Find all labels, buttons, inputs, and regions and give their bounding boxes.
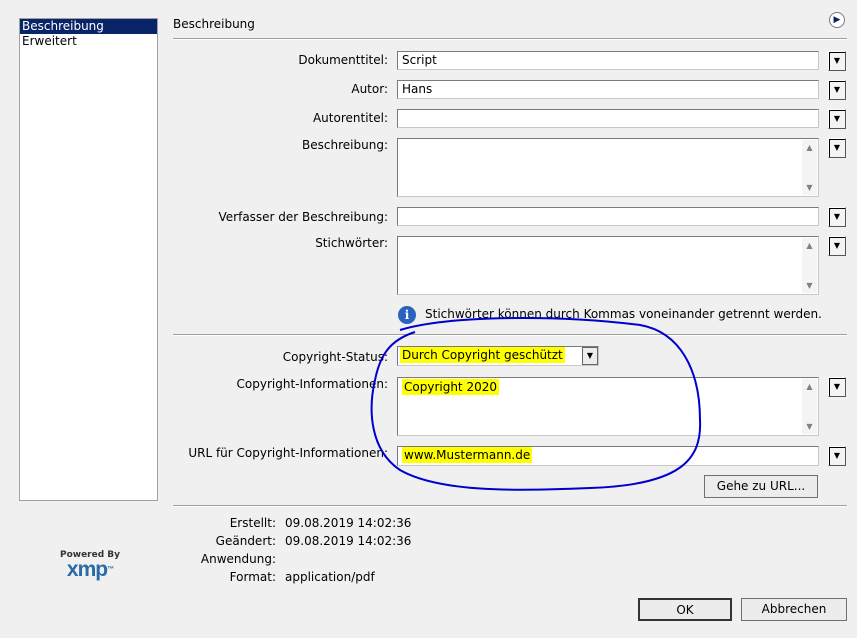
sidebar-item-erweitert[interactable]: Erweitert — [20, 34, 157, 49]
dokumenttitel-history-dropdown[interactable]: ▼ — [828, 51, 846, 71]
beschreibung-label: Beschreibung: — [302, 138, 388, 152]
copyright-status-value: Durch Copyright geschützt — [400, 347, 565, 363]
autor-history-dropdown[interactable]: ▼ — [828, 80, 846, 100]
category-list[interactable]: Beschreibung Erweitert — [19, 18, 158, 501]
beschreibung-textarea[interactable]: ▲ ▼ — [397, 138, 819, 197]
stichwoerter-history-dropdown[interactable]: ▼ — [828, 236, 846, 256]
expand-arrow-icon[interactable]: ▶ — [829, 12, 845, 28]
info-hint-text: Stichwörter können durch Kommas voneinan… — [425, 307, 822, 321]
divider — [173, 38, 847, 40]
copyright-url-field[interactable]: www.Mustermann.de — [397, 446, 819, 466]
chevron-down-icon[interactable]: ▼ — [582, 347, 598, 365]
autor-label: Autor: — [351, 82, 388, 96]
copyright-info-label: Copyright-Informationen: — [236, 377, 388, 391]
copyright-status-label: Copyright-Status: — [282, 350, 388, 364]
info-icon: i — [398, 306, 416, 324]
goto-url-button[interactable]: Gehe zu URL... — [704, 475, 818, 498]
scroll-up-icon[interactable]: ▲ — [802, 238, 817, 253]
scroll-up-icon[interactable]: ▲ — [802, 140, 817, 155]
scrollbar[interactable]: ▲ ▼ — [802, 140, 817, 195]
copyright-info-textarea[interactable]: Copyright 2020 ▲ ▼ — [397, 377, 819, 436]
scroll-up-icon[interactable]: ▲ — [802, 379, 817, 394]
copyright-url-value: www.Mustermann.de — [402, 447, 533, 463]
copyright-status-select[interactable]: Durch Copyright geschützt — [397, 346, 599, 366]
beschreibung-history-dropdown[interactable]: ▼ — [828, 138, 846, 158]
verfasser-label: Verfasser der Beschreibung: — [218, 210, 389, 224]
copyright-info-value: Copyright 2020 — [402, 379, 499, 395]
meta-label-format: Format: — [229, 570, 276, 584]
verfasser-field[interactable] — [397, 207, 819, 226]
autorentitel-field[interactable] — [397, 109, 819, 128]
meta-value-geaendert: 09.08.2019 14:02:36 — [285, 534, 412, 548]
stichwoerter-label: Stichwörter: — [315, 236, 388, 250]
copyright-info-history-dropdown[interactable]: ▼ — [828, 377, 846, 397]
meta-label-anwendung: Anwendung: — [200, 552, 276, 566]
scrollbar[interactable]: ▲ ▼ — [802, 379, 817, 434]
autorentitel-label: Autorentitel: — [312, 111, 388, 125]
section-title: Beschreibung — [173, 17, 255, 31]
verfasser-history-dropdown[interactable]: ▼ — [828, 207, 846, 227]
divider — [173, 505, 847, 507]
ok-button[interactable]: OK — [638, 598, 732, 621]
meta-value-format: application/pdf — [285, 570, 375, 584]
autor-field[interactable]: Hans — [397, 80, 819, 99]
scrollbar[interactable]: ▲ ▼ — [802, 238, 817, 293]
meta-label-geaendert: Geändert: — [215, 534, 276, 548]
scroll-down-icon[interactable]: ▼ — [802, 180, 817, 195]
autorentitel-history-dropdown[interactable]: ▼ — [828, 109, 846, 129]
stichwoerter-textarea[interactable]: ▲ ▼ — [397, 236, 819, 295]
meta-label-erstellt: Erstellt: — [229, 516, 276, 530]
scroll-down-icon[interactable]: ▼ — [802, 419, 817, 434]
copyright-url-label: URL für Copyright-Informationen: — [188, 446, 388, 460]
dokumenttitel-label: Dokumenttitel: — [298, 53, 388, 67]
cancel-button[interactable]: Abbrechen — [741, 598, 847, 621]
copyright-url-history-dropdown[interactable]: ▼ — [828, 446, 846, 466]
scroll-down-icon[interactable]: ▼ — [802, 278, 817, 293]
sidebar-item-beschreibung[interactable]: Beschreibung — [20, 19, 157, 34]
meta-value-erstellt: 09.08.2019 14:02:36 — [285, 516, 412, 530]
dokumenttitel-field[interactable]: Script — [397, 51, 819, 70]
divider — [173, 334, 847, 336]
